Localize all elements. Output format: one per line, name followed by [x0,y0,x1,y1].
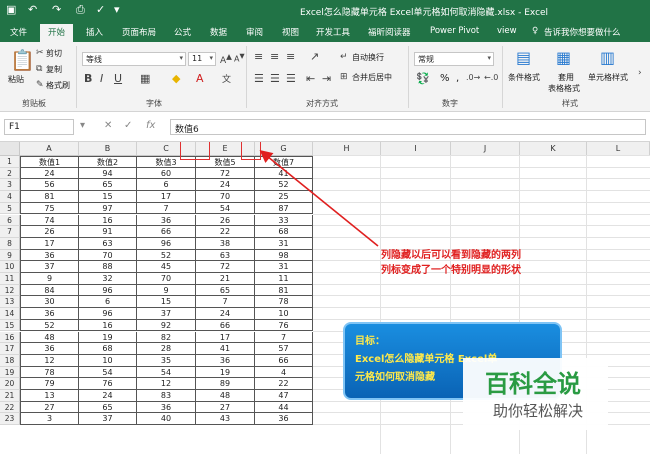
callout-line-2: 元格如何取消隐藏 [355,372,435,383]
watermark-subtitle: 助你轻松解决 [493,402,584,420]
watermark: 百科全说 助你轻松解决 [463,358,608,430]
annotation-line-2: 列标变成了一个特别明显的形状 [381,265,521,276]
annotation-line-1: 列隐藏以后可以看到隐藏的两列 [381,250,521,261]
annotation-text: 列隐藏以后可以看到隐藏的两列 列标变成了一个特别明显的形状 [381,248,521,278]
callout-label: 目标： [355,336,385,347]
watermark-title: 百科全说 [485,370,581,398]
